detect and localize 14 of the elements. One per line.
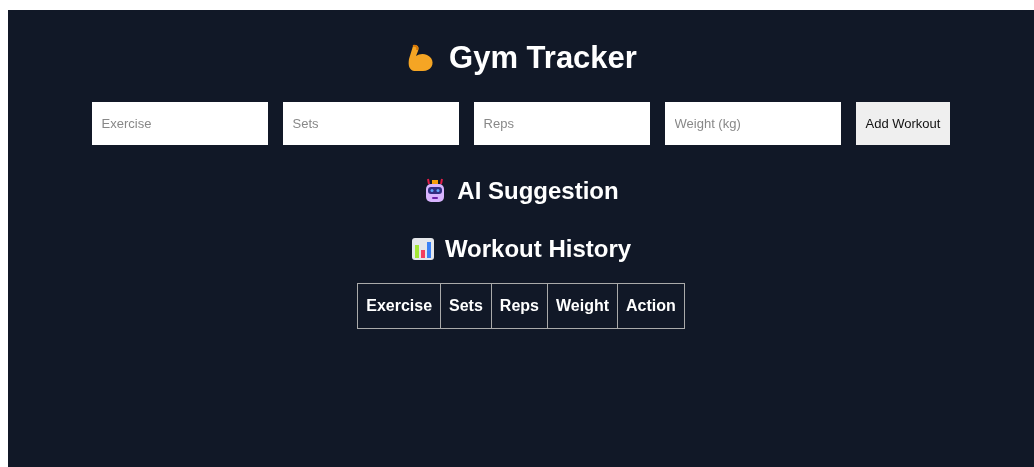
column-header: Weight bbox=[547, 283, 618, 329]
column-header: Exercise bbox=[357, 283, 441, 329]
input-field[interactable]: Exercise bbox=[91, 102, 268, 145]
input-field[interactable]: Weight (kg) bbox=[664, 102, 841, 145]
section-heading: AI Suggestion bbox=[457, 177, 619, 205]
page-title: Gym Tracker bbox=[449, 40, 637, 76]
column-header: Sets bbox=[440, 283, 492, 329]
column-header: Action bbox=[617, 283, 685, 329]
add-workout-button[interactable]: Add Workout bbox=[855, 102, 951, 145]
input-field[interactable]: Sets bbox=[282, 102, 459, 145]
bar-chart-icon bbox=[410, 237, 435, 261]
section-heading: Workout History bbox=[444, 235, 632, 263]
column-header: Reps bbox=[491, 283, 548, 329]
input-field[interactable]: Reps bbox=[473, 102, 650, 145]
